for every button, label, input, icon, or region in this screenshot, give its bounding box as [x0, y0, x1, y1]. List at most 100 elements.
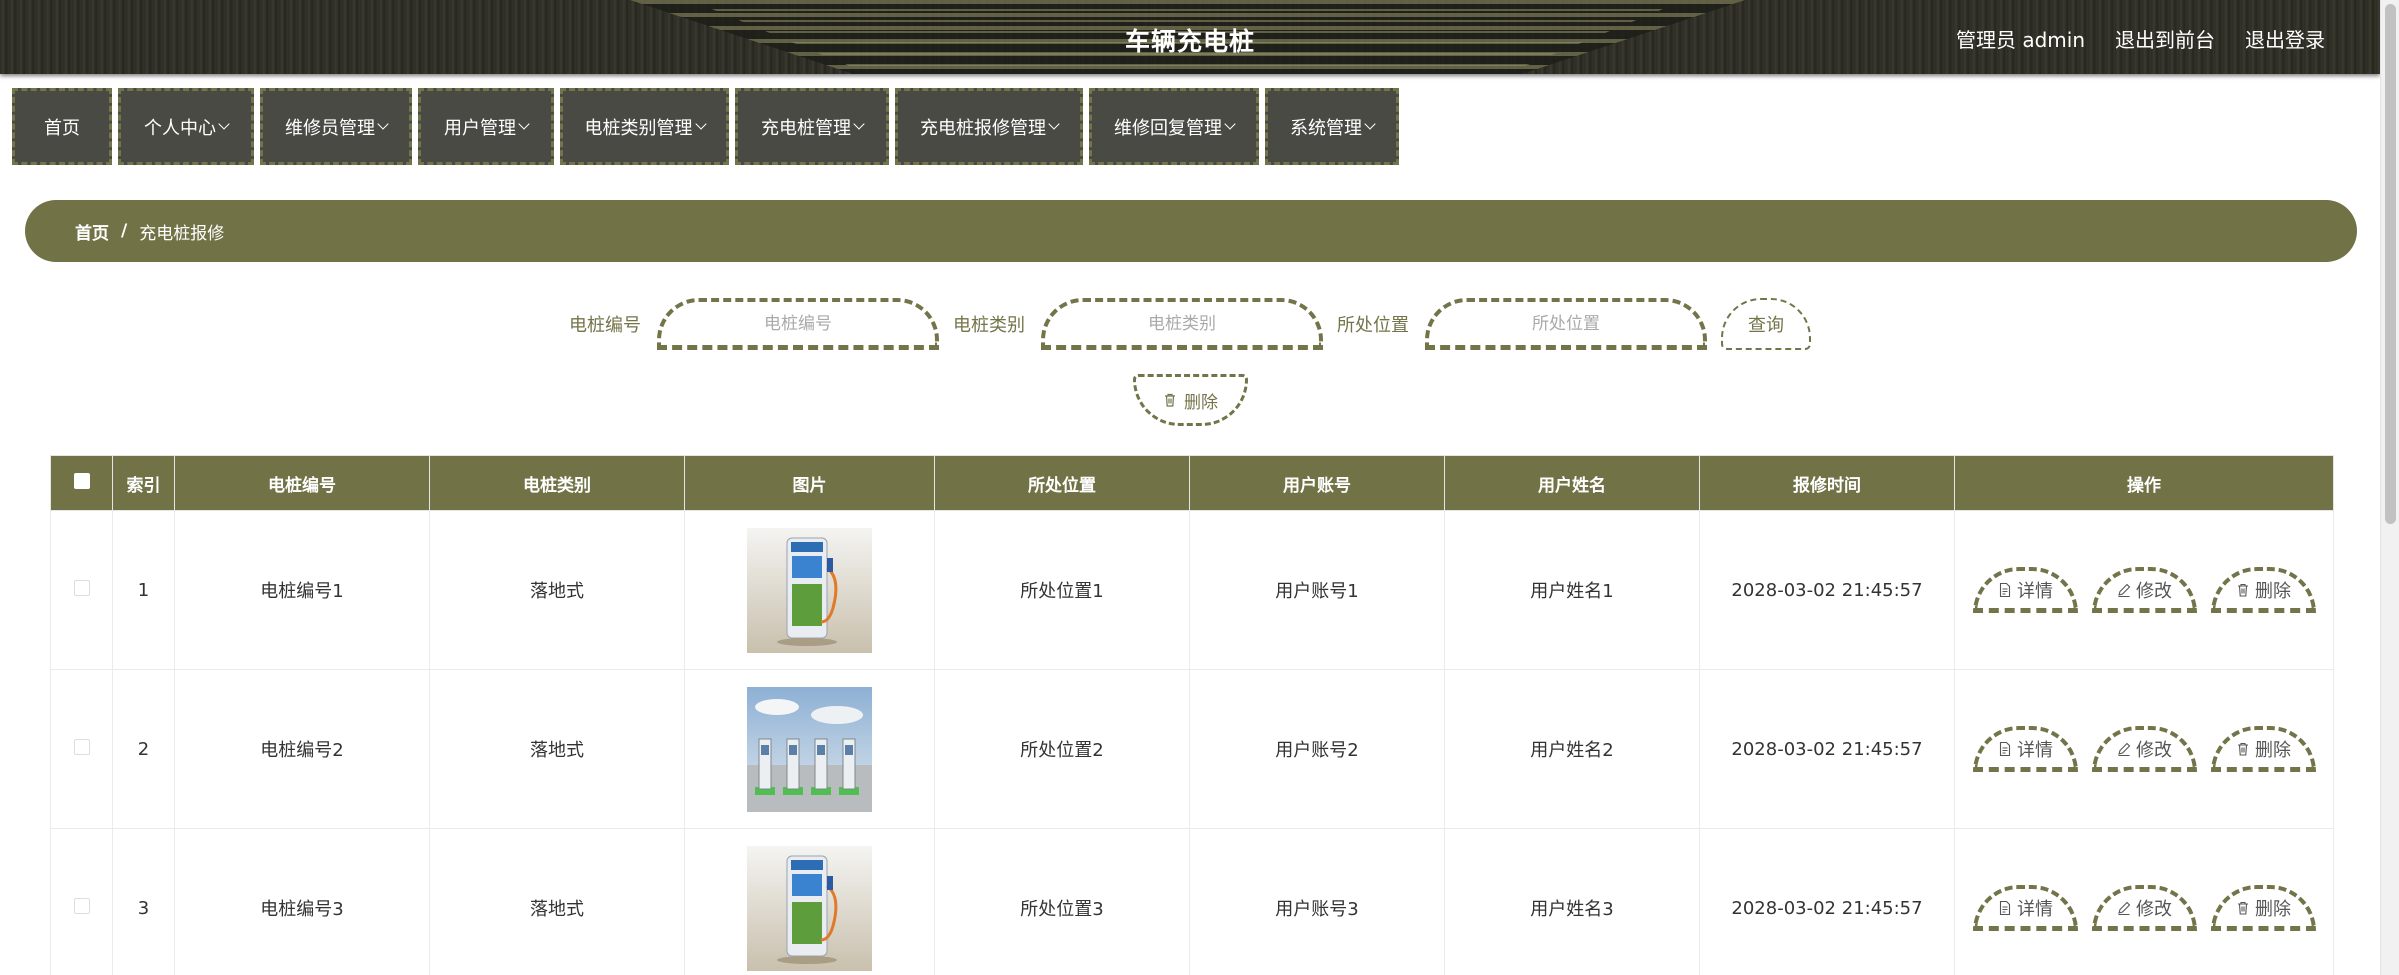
chevron-down-icon: [1364, 118, 1376, 130]
column-header: 用户账号: [1189, 455, 1445, 511]
cell-actions: 详情 修改 删除: [1954, 828, 2334, 975]
breadcrumb: 首页 / 充电桩报修: [25, 200, 2357, 262]
search-label-location: 所处位置: [1337, 315, 1409, 336]
cell-time: 2028-03-02 21:45:57: [1699, 828, 1955, 975]
bulk-actions: 删除: [0, 374, 2380, 426]
cell-index: 1: [112, 510, 175, 670]
detail-button[interactable]: 详情: [1972, 567, 2078, 613]
cell-index: 3: [112, 828, 175, 975]
nav-item[interactable]: 充电桩报修管理: [895, 88, 1083, 165]
exit-to-front-link[interactable]: 退出到前台: [2115, 24, 2215, 53]
column-header: 操作: [1954, 455, 2334, 511]
charger-image: [747, 845, 872, 971]
nav-item[interactable]: 用户管理: [418, 88, 554, 165]
row-select-cell[interactable]: [50, 669, 113, 829]
cell-image: [684, 510, 935, 670]
main-nav: 首页 个人中心 维修员管理 用户管理 电桩类别管理 充电桩管理 充电桩报修管理 维修回复管理 系…: [12, 88, 1399, 165]
nav-item-label: 电桩类别管理: [584, 117, 693, 139]
select-all-checkbox[interactable]: [73, 472, 90, 489]
document-icon: [1999, 900, 2011, 915]
table-row: 3 电桩编号3 落地式 所处位置3 用户账号3 用户姓名3 2028-03-02 21:45…: [50, 828, 2334, 975]
delete-button[interactable]: 删除: [2210, 885, 2316, 931]
detail-button[interactable]: 详情: [1972, 885, 2078, 931]
edit-button[interactable]: 修改: [2091, 726, 2197, 772]
app-page: 车辆充电桩 管理员 admin 退出到前台 退出登录 首页 个人中心 维修员管理 用户…: [0, 0, 2399, 975]
column-header: 报修时间: [1699, 455, 1955, 511]
user-area: 管理员 admin 退出到前台 退出登录: [1956, 24, 2325, 53]
row-checkbox[interactable]: [73, 738, 90, 755]
detail-button[interactable]: 详情: [1972, 726, 2078, 772]
column-header: 电桩编号: [174, 455, 430, 511]
nav-item-label: 维修员管理: [285, 117, 375, 139]
cell-time: 2028-03-02 21:45:57: [1699, 669, 1955, 829]
cell-name: 用户姓名2: [1444, 669, 1700, 829]
search-label-category: 电桩类别: [953, 315, 1025, 336]
cell-code: 电桩编号3: [174, 828, 430, 975]
row-select-cell[interactable]: [50, 510, 113, 670]
breadcrumb-separator: /: [121, 221, 128, 241]
scrollbar-thumb[interactable]: [2385, 4, 2396, 524]
row-checkbox[interactable]: [73, 579, 90, 596]
nav-item[interactable]: 个人中心: [118, 88, 254, 165]
nav-item-label: 维修回复管理: [1114, 117, 1222, 139]
search-input-category[interactable]: [1041, 298, 1323, 350]
table-row: 2 电桩编号2 落地式 所处位置2 用户账号2 用户姓名2 2028-03-02 21:45…: [50, 669, 2334, 829]
cell-location: 所处位置3: [934, 828, 1190, 975]
edit-button[interactable]: 修改: [2091, 885, 2197, 931]
edit-button[interactable]: 修改: [2091, 567, 2197, 613]
delete-label: 删除: [2255, 580, 2291, 602]
delete-label: 删除: [2255, 739, 2291, 761]
pencil-icon: [2118, 742, 2131, 756]
cell-code: 电桩编号2: [174, 669, 430, 829]
row-checkbox[interactable]: [73, 897, 90, 914]
breadcrumb-current: 充电桩报修: [139, 223, 225, 244]
charger-image: [747, 686, 872, 812]
search-input-code[interactable]: [657, 298, 939, 350]
row-select-cell[interactable]: [50, 828, 113, 975]
nav-item-label: 充电桩管理: [761, 117, 851, 139]
nav-item-label: 个人中心: [144, 117, 216, 139]
nav-item[interactable]: 首页: [12, 88, 112, 165]
trash-icon: [2238, 583, 2248, 597]
charger-image: [747, 527, 872, 653]
nav-item[interactable]: 充电桩管理: [735, 88, 889, 165]
cell-actions: 详情 修改 删除: [1954, 510, 2334, 670]
vertical-scrollbar[interactable]: [2380, 0, 2399, 975]
search-input-location[interactable]: [1425, 298, 1707, 350]
edit-label: 修改: [2136, 739, 2172, 761]
chevron-down-icon: [1224, 118, 1236, 130]
cell-category: 落地式: [429, 669, 685, 829]
admin-user-label: 管理员 admin: [1955, 28, 2085, 52]
select-all-cell[interactable]: [50, 455, 113, 511]
query-button[interactable]: 查询: [1721, 298, 1811, 350]
nav-item[interactable]: 维修员管理: [260, 88, 412, 165]
delete-button[interactable]: 删除: [2210, 726, 2316, 772]
cell-location: 所处位置2: [934, 669, 1190, 829]
nav-item-label: 充电桩报修管理: [920, 117, 1046, 139]
detail-label: 详情: [2017, 580, 2053, 602]
nav-item[interactable]: 系统管理: [1265, 88, 1399, 165]
logout-link[interactable]: 退出登录: [2245, 24, 2325, 53]
cell-name: 用户姓名3: [1444, 828, 1700, 975]
cell-image: [684, 828, 935, 975]
cell-actions: 详情 修改 删除: [1954, 669, 2334, 829]
repair-table: 索引 电桩编号 电桩类别 图片 所处位置 用户账号 用户姓名 报修时间 操作 1…: [50, 455, 2334, 975]
column-header: 索引: [112, 455, 175, 511]
column-header: 电桩类别: [429, 455, 685, 511]
nav-item[interactable]: 维修回复管理: [1089, 88, 1259, 165]
bulk-delete-button[interactable]: 删除: [1132, 374, 1248, 426]
breadcrumb-home[interactable]: 首页: [75, 219, 109, 244]
nav-item[interactable]: 电桩类别管理: [560, 88, 729, 165]
cell-account: 用户账号2: [1189, 669, 1445, 829]
document-icon: [1999, 741, 2011, 756]
chevron-down-icon: [218, 118, 230, 130]
nav-item-label: 用户管理: [444, 117, 516, 139]
chevron-down-icon: [694, 118, 707, 130]
cell-code: 电桩编号1: [174, 510, 430, 670]
delete-button[interactable]: 删除: [2210, 567, 2316, 613]
cell-image: [684, 669, 935, 829]
bulk-delete-label: 删除: [1184, 392, 1218, 413]
detail-label: 详情: [2017, 898, 2053, 920]
chevron-down-icon: [1048, 118, 1060, 130]
table-header-row: 索引 电桩编号 电桩类别 图片 所处位置 用户账号 用户姓名 报修时间 操作: [50, 455, 2334, 511]
